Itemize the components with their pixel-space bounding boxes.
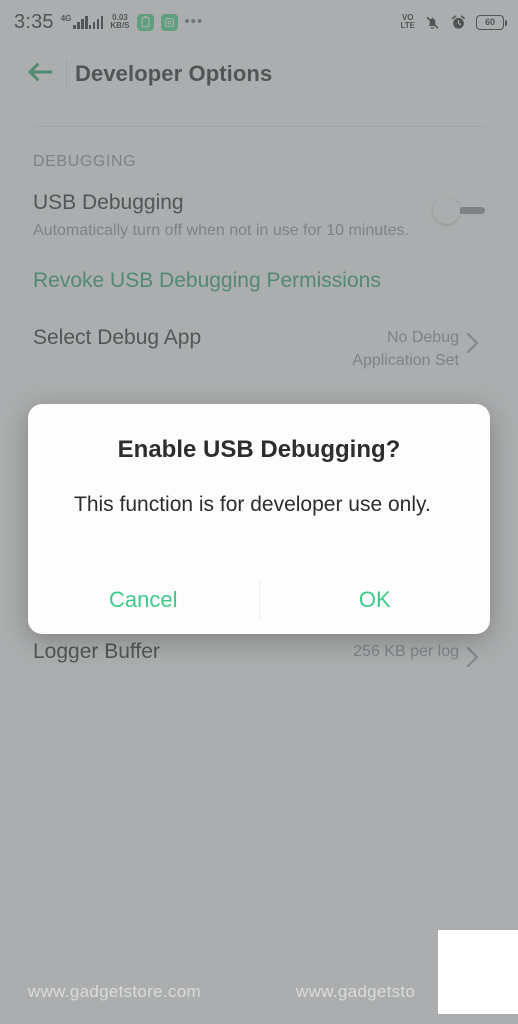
status-bar: 3:35 4G 0.03 KB/S ••• VO LTE 60 bbox=[0, 0, 518, 44]
row-text: Logger Buffer bbox=[33, 638, 309, 665]
signal-icon-group: 4G bbox=[60, 13, 104, 29]
toggle-knob bbox=[433, 197, 460, 224]
row-title: USB Debugging bbox=[33, 191, 184, 214]
cancel-button[interactable]: Cancel bbox=[28, 566, 259, 634]
volte-icon: VO LTE bbox=[400, 13, 415, 31]
page-title: Developer Options bbox=[75, 61, 273, 86]
battery-percent-label: 60 bbox=[484, 17, 495, 27]
dialog-message: This function is for developer use only. bbox=[74, 493, 431, 516]
status-bar-right: VO LTE 60 bbox=[400, 13, 507, 31]
app-bar: Developer Options bbox=[0, 44, 518, 104]
row-revoke-usb-permissions[interactable]: Revoke USB Debugging Permissions bbox=[0, 257, 518, 306]
back-arrow-icon bbox=[26, 60, 54, 89]
overflow-dots-icon: ••• bbox=[184, 13, 204, 30]
toggle-usb-debugging[interactable] bbox=[433, 195, 485, 227]
network-type-label: 4G bbox=[60, 13, 72, 23]
row-value: No Debug Application Set bbox=[352, 329, 459, 370]
row-text: USB Debugging Automatically turn off whe… bbox=[33, 189, 433, 243]
row-value: 256 KB per log bbox=[353, 643, 459, 661]
dialog-title: Enable USB Debugging? bbox=[117, 436, 401, 463]
status-clock: 3:35 bbox=[14, 10, 54, 33]
white-artifact-block bbox=[438, 930, 518, 1014]
signal-bars-sim1 bbox=[73, 15, 88, 29]
back-button[interactable] bbox=[16, 50, 64, 98]
toggle-track bbox=[459, 207, 485, 214]
dialog-actions: Cancel OK bbox=[28, 566, 490, 634]
battery-saver-icon bbox=[136, 13, 154, 31]
signal-bars-sim2 bbox=[88, 15, 104, 29]
row-select-debug-app[interactable]: Select Debug App No Debug Application Se… bbox=[0, 306, 518, 386]
alarm-clock-icon bbox=[450, 14, 467, 31]
row-usb-debugging[interactable]: USB Debugging Automatically turn off whe… bbox=[0, 177, 518, 257]
chevron-right-icon bbox=[459, 324, 485, 354]
battery-indicator: 60 bbox=[476, 14, 507, 30]
watermark-left: www.gadgetstore.com bbox=[28, 982, 201, 1001]
row-text: Select Debug App bbox=[33, 324, 309, 351]
network-speed-unit: KB/S bbox=[110, 21, 130, 30]
ok-button[interactable]: OK bbox=[260, 566, 491, 634]
row-title: Revoke USB Debugging Permissions bbox=[33, 269, 381, 293]
phone-screen: 3:35 4G 0.03 KB/S ••• VO LTE 60 Develope… bbox=[0, 0, 518, 1024]
app-bar-divider bbox=[66, 61, 67, 87]
row-title: Logger Buffer bbox=[33, 640, 160, 664]
watermark-right: www.gadgetsto bbox=[296, 982, 416, 1001]
status-bar-left: 3:35 4G 0.03 KB/S ••• bbox=[14, 11, 400, 34]
section-header-debugging: DEBUGGING bbox=[33, 153, 137, 170]
row-subtitle: Automatically turn off when not in use f… bbox=[33, 222, 409, 240]
rotate-icon bbox=[160, 13, 178, 31]
bell-muted-icon bbox=[424, 14, 441, 31]
row-title: Select Debug App bbox=[33, 326, 202, 350]
enable-usb-debugging-dialog: Enable USB Debugging? This function is f… bbox=[28, 404, 490, 634]
chevron-right-icon bbox=[459, 638, 485, 668]
volte-line-2: LTE bbox=[400, 21, 415, 30]
network-speed-indicator: 0.03 KB/S bbox=[110, 13, 130, 31]
